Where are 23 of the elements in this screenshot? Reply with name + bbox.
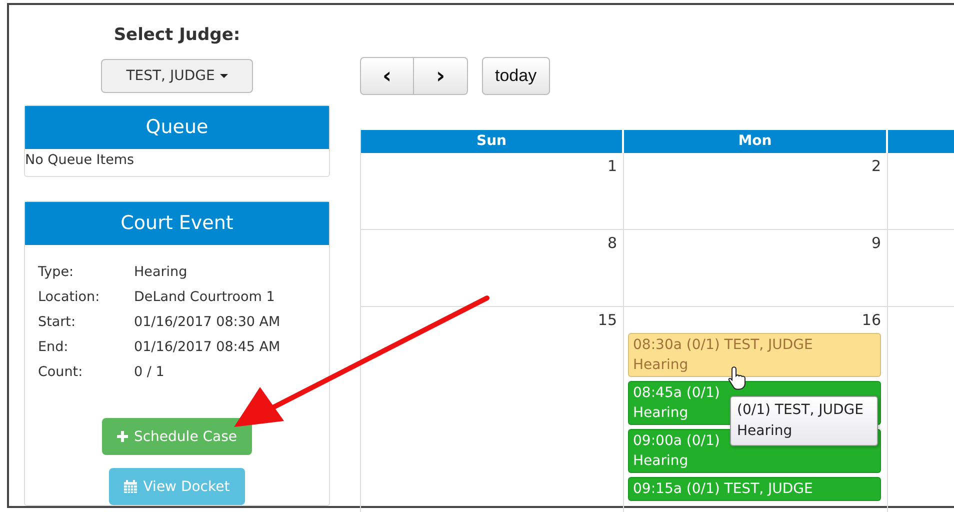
weekday-header: Sun <box>361 130 624 153</box>
day-number: 16 <box>862 311 881 329</box>
event-tooltip: (0/1) TEST, JUDGE Hearing <box>730 396 878 446</box>
field-label: Location: <box>38 289 101 305</box>
select-judge-label: Select Judge: <box>114 25 240 45</box>
queue-header: Queue <box>25 106 329 150</box>
weekday-header: Mon <box>624 130 888 153</box>
field-value: 0 / 1 <box>134 364 166 380</box>
field-value: 01/16/2017 08:45 AM <box>134 339 282 355</box>
day-number: 8 <box>607 234 617 252</box>
day-number: 9 <box>871 234 881 252</box>
day-number: 1 <box>607 157 617 175</box>
field-value: DeLand Courtroom 1 <box>134 289 276 305</box>
queue-empty-text: No Queue Items <box>25 151 136 168</box>
field-label: Count: <box>38 364 84 380</box>
day-number: 2 <box>871 157 881 175</box>
field-value: Hearing <box>134 264 188 280</box>
day-number: 15 <box>598 311 617 329</box>
field-label: End: <box>38 339 70 355</box>
field-label: Type: <box>38 264 75 280</box>
field-label: Start: <box>38 314 77 330</box>
field-value: 01/16/2017 08:30 AM <box>134 314 282 330</box>
court-event-header: Court Event <box>25 202 329 245</box>
